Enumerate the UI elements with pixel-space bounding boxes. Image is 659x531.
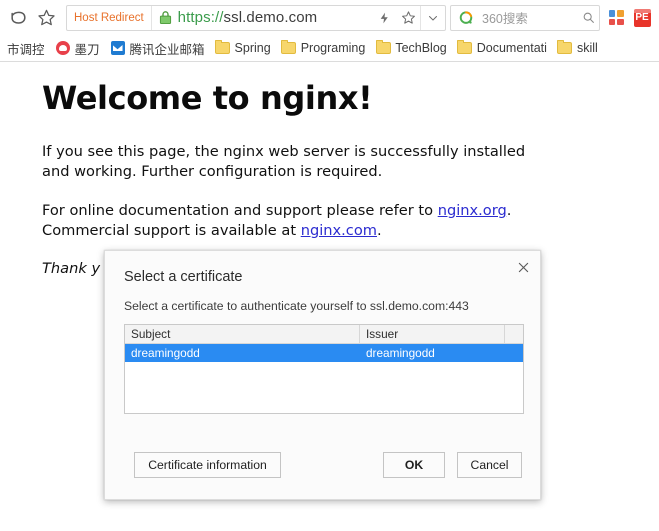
documentation-paragraph: For online documentation and support ple… <box>42 201 552 241</box>
apps-grid-icon[interactable] <box>603 4 629 32</box>
dialog-title: Select a certificate <box>124 269 243 285</box>
certificate-list[interactable]: Subject Issuer dreamingodd dreamingodd <box>124 324 524 414</box>
browser-toolbar: Host Redirect https://ssl.demo.com 360搜索… <box>0 0 659 35</box>
bookmark-item[interactable]: 墨刀 <box>51 37 106 60</box>
folder-icon <box>375 40 391 56</box>
folder-icon <box>281 40 297 56</box>
nginx-com-link[interactable]: nginx.com <box>301 222 377 239</box>
modao-icon <box>55 40 71 56</box>
360-search-icon[interactable] <box>455 7 477 29</box>
pe-extension-label: PE <box>633 8 651 27</box>
intro-paragraph: If you see this page, the nginx web serv… <box>42 143 526 181</box>
dialog-subtitle: Select a certificate to authenticate you… <box>124 299 469 313</box>
bookmark-item[interactable]: TechBlog <box>371 38 452 58</box>
address-bar[interactable]: Host Redirect https://ssl.demo.com <box>66 4 446 31</box>
pe-extension-icon[interactable]: PE <box>629 4 655 32</box>
search-input[interactable]: 360搜索 <box>477 8 577 27</box>
table-row[interactable]: dreamingodd dreamingodd <box>125 344 523 362</box>
cell-issuer: dreamingodd <box>366 346 435 360</box>
folder-icon <box>457 40 473 56</box>
bookmark-item[interactable]: skill <box>553 38 604 58</box>
bookmark-label: Documentati <box>476 41 547 55</box>
ok-button[interactable]: OK <box>383 452 445 478</box>
folder-icon <box>557 40 573 56</box>
host-redirect-badge[interactable]: Host Redirect <box>67 5 152 30</box>
bookmark-label: 墨刀 <box>74 42 100 57</box>
search-icon[interactable] <box>577 7 599 29</box>
url-scheme: https:// <box>177 9 224 26</box>
select-certificate-dialog: Select a certificate Select a certificat… <box>104 250 541 500</box>
bookmark-item[interactable]: 腾讯企业邮箱 <box>106 37 211 60</box>
page-title: Welcome to nginx! <box>42 79 373 117</box>
cell-subject: dreamingodd <box>131 346 200 360</box>
chevron-down-icon[interactable] <box>420 5 445 30</box>
bookmarks-bar: 市调控 墨刀 腾讯企业邮箱 Spring Programing TechBlog… <box>0 35 659 62</box>
bookmark-label: 市调控 <box>7 42 45 57</box>
certificate-list-header: Subject Issuer <box>125 325 523 344</box>
bookmark-item[interactable]: 市调控 <box>3 37 51 60</box>
certificate-information-button[interactable]: Certificate information <box>134 452 281 478</box>
doc-text-before: For online documentation and support ple… <box>42 201 438 219</box>
bookmark-label: Spring <box>234 41 271 55</box>
bookmark-label: skill <box>576 41 598 55</box>
bookmark-item[interactable]: Spring <box>211 38 277 58</box>
url-host: ssl.demo.com <box>223 9 318 26</box>
tencent-mail-icon <box>110 40 126 56</box>
column-header-issuer[interactable]: Issuer <box>360 325 505 343</box>
star-icon[interactable] <box>32 4 60 32</box>
bookmark-item[interactable]: Programing <box>277 38 372 58</box>
bookmark-label: Programing <box>300 41 366 55</box>
column-header-extra[interactable] <box>505 325 523 343</box>
column-header-subject[interactable]: Subject <box>125 325 360 343</box>
browser-chrome: Host Redirect https://ssl.demo.com 360搜索… <box>0 0 659 62</box>
search-box[interactable]: 360搜索 <box>450 4 600 31</box>
cancel-button[interactable]: Cancel <box>457 452 522 478</box>
lightning-bolt-icon[interactable] <box>372 6 396 30</box>
bookmark-label: TechBlog <box>395 41 447 55</box>
bookmark-item[interactable]: Documentati <box>453 38 553 58</box>
back-arrow-icon[interactable] <box>4 4 32 32</box>
lock-icon[interactable] <box>152 10 178 25</box>
url-text[interactable]: https://ssl.demo.com <box>178 9 372 26</box>
bookmark-label: 腾讯企业邮箱 <box>129 42 205 57</box>
nginx-org-link[interactable]: nginx.org <box>438 202 507 219</box>
star-outline-icon[interactable] <box>396 6 420 30</box>
doc-text-after: . <box>376 221 382 239</box>
folder-icon <box>215 40 231 56</box>
close-icon[interactable] <box>510 255 536 279</box>
